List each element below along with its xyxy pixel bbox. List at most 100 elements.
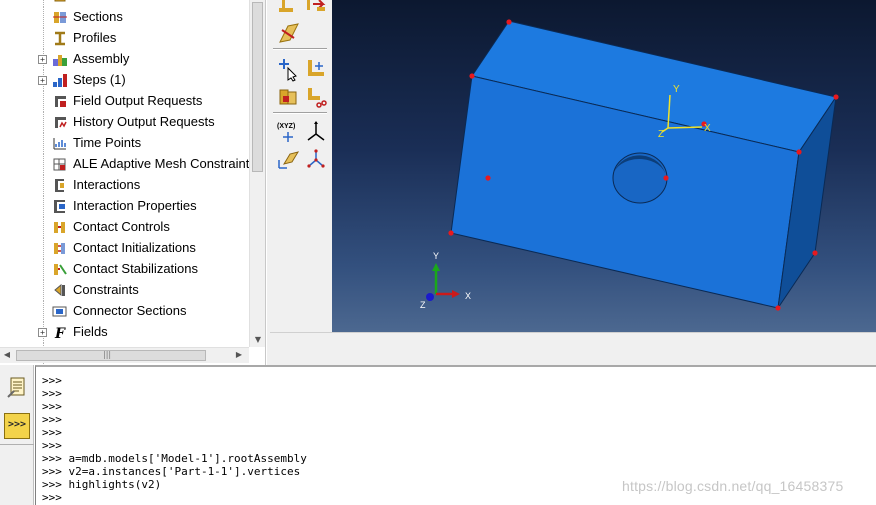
tree-item[interactable]: Constraints [0,280,249,301]
radial-pattern-icon[interactable] [303,84,329,110]
command-output-line: >>> [42,374,62,387]
tree-guide-line [43,154,44,175]
tree-item[interactable]: Connector Sections [0,301,249,322]
vertex-highlight[interactable] [812,250,818,256]
tree-item-label: Assembly [73,51,130,66]
vertex-highlight[interactable] [469,73,475,79]
coordinate-system-icon[interactable]: (XYZ) [276,118,302,144]
tree-item-label: Interactions [73,177,141,192]
tree-item[interactable]: Interaction Properties [0,196,249,217]
tree-horizontal-scroll-thumb[interactable]: ||| [16,350,206,361]
tree-guide-line [43,259,44,280]
scroll-grip-icon: ||| [103,350,112,359]
datum-axis-icon[interactable] [303,0,329,18]
tree-item-label: Contact Stabilizations [73,261,199,276]
command-output-line: >>> a=mdb.models['Model-1'].rootAssembly [42,452,307,465]
coincident-point-icon[interactable] [303,146,329,172]
tree-item[interactable]: Contact Stabilizations [0,259,249,280]
scroll-left-arrow-icon[interactable]: ◀ [2,350,12,360]
tree-item-label: Interaction Properties [73,198,197,213]
connector-sections-icon [52,304,68,319]
tree-item[interactable]: Interactions [0,175,249,196]
watermark: https://blog.csdn.net/qq_16458375 [622,478,844,494]
tree-item-label: Steps (1) [73,72,126,87]
create-csys-icon[interactable] [303,118,329,144]
tree-item-label: Contact Initializations [73,240,196,255]
tree-guide-line [43,175,44,196]
tree-item[interactable]: Contact Initializations [0,238,249,259]
tree-guide-line [43,91,44,112]
tree-item[interactable]: + Steps (1) [0,70,249,91]
tree-item[interactable]: Calibrations [0,0,249,7]
tree-item[interactable]: Sections [0,7,249,28]
command-output-line: >>> [42,439,62,452]
tree-item[interactable]: ALE Adaptive Mesh Constraints [0,154,256,175]
ale-mesh-icon [52,157,68,172]
datum-point-icon[interactable] [276,0,302,18]
expand-icon[interactable]: + [38,76,47,85]
tree-item-label: Contact Controls [73,219,170,234]
message-area-icon[interactable] [4,375,30,401]
tree-item[interactable]: Profiles [0,28,249,49]
constraints-icon [52,283,68,298]
tree-vertical-scroll-thumb[interactable] [252,2,263,172]
tree-item[interactable]: Time Points [0,133,249,154]
graphics-viewport[interactable]: Y X Z Y X Z [332,0,876,332]
part-csys-y-label: Y [673,84,680,95]
calibrations-icon [52,0,68,4]
interactions-icon [52,178,68,193]
vertex-highlight[interactable] [833,94,839,100]
tree-item-label: Connector Sections [73,303,187,318]
vertex-highlight[interactable] [663,175,669,181]
assembly-icon [52,52,68,67]
command-tab-label: >>> [8,419,27,430]
part-hole[interactable] [612,152,668,204]
tree-horizontal-scrollbar[interactable]: ◀ ||| ▶ [0,347,249,363]
tree-guide-line [43,301,44,322]
field-output-icon [52,94,68,109]
vertex-highlight[interactable] [485,175,491,181]
interaction-properties-icon [52,199,68,214]
toolbox-separator [273,112,327,114]
command-output-line: >>> highlights(v2) [42,478,162,491]
history-output-icon [52,115,68,130]
rotate-instance-icon[interactable] [303,56,329,82]
position-constraint-icon[interactable] [276,146,302,172]
tree-item[interactable]: + Assembly [0,49,249,70]
toolbox-separator [273,48,327,50]
tree-item[interactable]: Field Output Requests [0,91,249,112]
global-x-label: X [465,291,471,301]
command-output-line: >>> [42,413,62,426]
tree-item-label: Constraints [73,282,139,297]
tree-item[interactable]: History Output Requests [0,112,249,133]
global-triad [426,263,460,301]
vertex-highlight[interactable] [775,305,781,311]
toolbox: (XYZ) [266,0,332,365]
expand-icon[interactable]: + [38,328,47,337]
tree-vertical-scrollbar[interactable]: ▼ [249,0,265,347]
part-csys-x-axis [667,126,703,129]
contact-stabilizations-icon [52,262,68,277]
tree-guide-line [43,196,44,217]
steps-icon [52,73,68,88]
viewport-canvas[interactable]: Y X Z Y X Z [332,0,876,332]
tree-item[interactable]: + F Fields [0,322,249,343]
tree-item[interactable]: Contact Controls [0,217,249,238]
tree-item-label: History Output Requests [73,114,215,129]
command-line-icon[interactable]: >>> [4,413,30,439]
scroll-down-arrow-icon[interactable]: ▼ [253,335,263,345]
time-points-icon [52,136,68,151]
part-csys-z-label: Z [658,129,664,140]
translate-instance-icon[interactable] [276,56,302,82]
part-csys-x-label: X [704,123,711,134]
tree-item-label: Sections [73,9,123,24]
scroll-right-arrow-icon[interactable]: ▶ [234,350,244,360]
datum-plane-icon[interactable] [276,20,302,46]
command-output-line: >>> [42,387,62,400]
vertex-highlight[interactable] [796,149,802,155]
tree-item-label: Time Points [73,135,142,150]
linear-pattern-icon[interactable] [276,84,302,110]
expand-icon[interactable]: + [38,55,47,64]
vertex-highlight[interactable] [448,230,454,236]
vertex-highlight[interactable] [506,19,512,25]
